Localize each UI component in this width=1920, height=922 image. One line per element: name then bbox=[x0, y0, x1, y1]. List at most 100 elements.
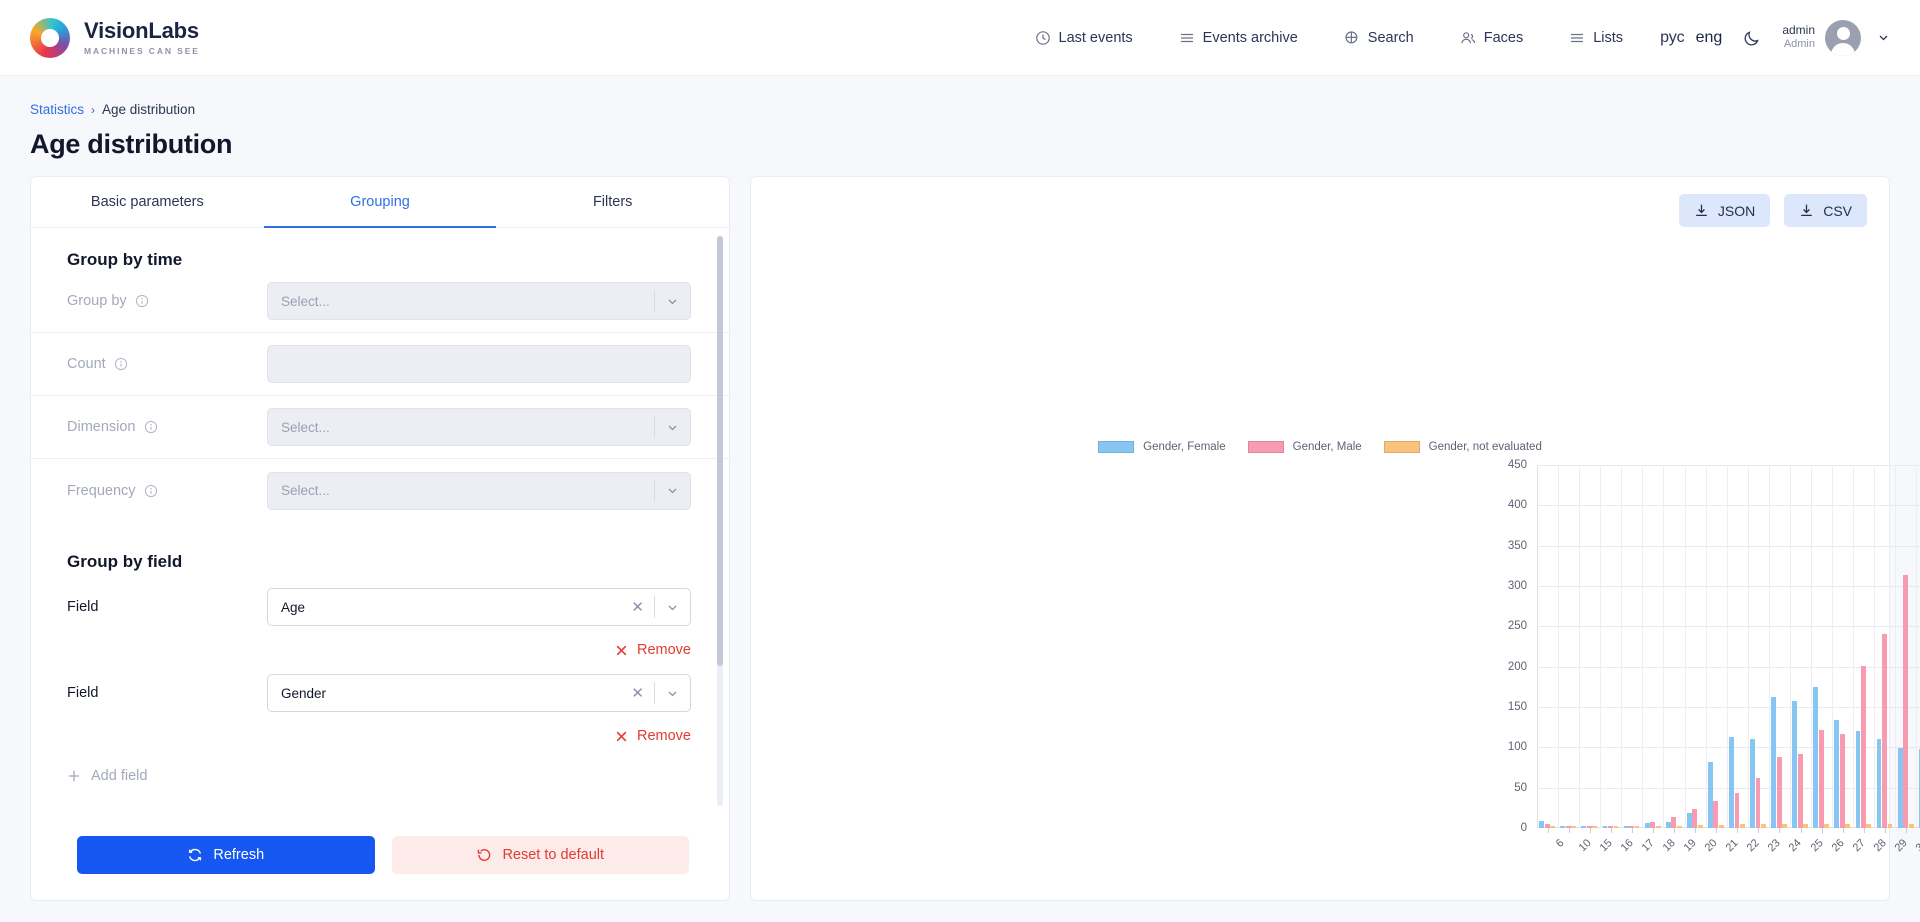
chart-bar[interactable] bbox=[1803, 823, 1809, 828]
panel-scrollbar-track[interactable] bbox=[717, 236, 723, 806]
chart-bar[interactable] bbox=[1634, 826, 1640, 828]
info-icon[interactable] bbox=[135, 294, 149, 308]
panel-scrollbar-thumb[interactable] bbox=[717, 236, 723, 666]
chart-bar[interactable] bbox=[1697, 824, 1703, 828]
select-group-by[interactable]: Select... bbox=[267, 282, 691, 320]
export-json-button[interactable]: JSON bbox=[1678, 194, 1771, 227]
chart-bar[interactable] bbox=[1544, 823, 1550, 828]
nav-item-events-archive[interactable]: Events archive bbox=[1156, 30, 1321, 46]
brand-logo[interactable]: VisionLabs MACHINES CAN SEE bbox=[30, 17, 200, 58]
chart-bar[interactable] bbox=[1834, 719, 1840, 828]
export-csv-button[interactable]: CSV bbox=[1784, 194, 1867, 227]
chart-bar[interactable] bbox=[1818, 729, 1824, 828]
clear-icon[interactable]: ✕ bbox=[621, 686, 654, 701]
chart-bar[interactable] bbox=[1776, 757, 1782, 828]
chart-bar[interactable] bbox=[1539, 820, 1545, 828]
chart-bar[interactable] bbox=[1797, 753, 1803, 828]
tab-basic-parameters[interactable]: Basic parameters bbox=[31, 177, 264, 228]
legend-item[interactable]: Gender, not evaluated bbox=[1383, 441, 1542, 453]
nav-item-last-events[interactable]: Last events bbox=[1012, 30, 1156, 46]
select-field-age[interactable]: Age ✕ bbox=[267, 588, 691, 626]
chart-gridline bbox=[1811, 465, 1813, 828]
chart-bar[interactable] bbox=[1581, 826, 1587, 828]
chart-bar[interactable] bbox=[1718, 824, 1724, 828]
chart-bar[interactable] bbox=[1650, 822, 1656, 828]
chart-bar[interactable] bbox=[1586, 825, 1592, 828]
chart-bar[interactable] bbox=[1655, 825, 1661, 828]
chart-bar[interactable] bbox=[1602, 826, 1608, 828]
chart-bar[interactable] bbox=[1608, 825, 1613, 828]
breadcrumb-statistics[interactable]: Statistics bbox=[30, 102, 84, 117]
chevron-down-icon[interactable] bbox=[655, 601, 690, 614]
chart-bar[interactable] bbox=[1908, 823, 1914, 828]
chart-bar[interactable] bbox=[1686, 813, 1692, 828]
remove-field-gender-button[interactable]: Remove bbox=[615, 728, 691, 744]
chart-bar[interactable] bbox=[1707, 761, 1713, 828]
tab-filters[interactable]: Filters bbox=[496, 177, 729, 228]
chart-bar[interactable] bbox=[1623, 826, 1629, 828]
chart-bar[interactable] bbox=[1782, 823, 1788, 828]
chart-bar[interactable] bbox=[1855, 731, 1861, 828]
chart-bar[interactable] bbox=[1644, 823, 1650, 828]
lang-ru[interactable]: рус bbox=[1660, 29, 1685, 47]
select-field-gender[interactable]: Gender ✕ bbox=[267, 674, 691, 712]
chart-bar[interactable] bbox=[1897, 748, 1903, 828]
chart-bar[interactable] bbox=[1560, 826, 1566, 828]
chart-bar[interactable] bbox=[1755, 778, 1761, 828]
chart-bar[interactable] bbox=[1629, 825, 1634, 828]
chart-bar[interactable] bbox=[1887, 823, 1893, 828]
info-icon[interactable] bbox=[144, 420, 158, 434]
chart-bar[interactable] bbox=[1750, 739, 1755, 828]
chart-bar[interactable] bbox=[1771, 696, 1777, 828]
chart-bar[interactable] bbox=[1734, 793, 1740, 828]
chart-bar[interactable] bbox=[1713, 800, 1719, 828]
add-field-button[interactable]: Add field bbox=[31, 744, 729, 784]
moon-icon[interactable] bbox=[1742, 28, 1762, 48]
select-dimension[interactable]: Select... bbox=[267, 408, 691, 446]
chart-bar[interactable] bbox=[1676, 825, 1682, 828]
refresh-button[interactable]: Refresh bbox=[77, 836, 375, 874]
nav-item-lists[interactable]: Lists bbox=[1546, 30, 1646, 46]
chart-bar[interactable] bbox=[1665, 821, 1671, 828]
info-icon[interactable] bbox=[114, 357, 128, 371]
chevron-down-icon[interactable] bbox=[655, 421, 690, 434]
chart-bar[interactable] bbox=[1866, 823, 1872, 828]
select-frequency[interactable]: Select... bbox=[267, 471, 691, 510]
clear-icon[interactable]: ✕ bbox=[621, 600, 654, 615]
chart-bar[interactable] bbox=[1550, 825, 1556, 828]
legend-item[interactable]: Gender, Male bbox=[1247, 441, 1362, 453]
chart-y-tick-label: 300 bbox=[1507, 580, 1527, 592]
chart-bar[interactable] bbox=[1571, 826, 1577, 828]
chart-bar[interactable] bbox=[1692, 808, 1698, 828]
chart-bar[interactable] bbox=[1740, 823, 1745, 828]
chart-bar[interactable] bbox=[1882, 634, 1887, 828]
legend-item[interactable]: Gender, Female bbox=[1098, 441, 1226, 453]
chart-bar[interactable] bbox=[1824, 823, 1830, 828]
chart-bar[interactable] bbox=[1860, 665, 1866, 828]
chart-bar[interactable] bbox=[1876, 739, 1882, 828]
chart-bar[interactable] bbox=[1903, 574, 1909, 828]
chart-bar[interactable] bbox=[1565, 825, 1571, 828]
nav-item-search[interactable]: Search bbox=[1321, 30, 1437, 46]
chart-bar[interactable] bbox=[1592, 826, 1598, 828]
nav-item-faces[interactable]: Faces bbox=[1437, 30, 1547, 46]
chevron-down-icon[interactable] bbox=[655, 687, 690, 700]
lang-en[interactable]: eng bbox=[1696, 29, 1723, 47]
reset-to-default-button[interactable]: Reset to default bbox=[391, 836, 689, 874]
remove-field-age-button[interactable]: Remove bbox=[615, 642, 691, 658]
chart-bar[interactable] bbox=[1813, 686, 1819, 828]
chart-bar[interactable] bbox=[1671, 816, 1677, 828]
chevron-down-icon[interactable] bbox=[655, 295, 690, 308]
chart-bar[interactable] bbox=[1792, 700, 1798, 828]
chart-bar[interactable] bbox=[1761, 823, 1766, 828]
input-count[interactable] bbox=[267, 345, 691, 383]
chart-bar[interactable] bbox=[1839, 733, 1845, 828]
chevron-down-icon[interactable] bbox=[1877, 31, 1890, 44]
tab-grouping[interactable]: Grouping bbox=[263, 177, 497, 228]
chevron-down-icon[interactable] bbox=[655, 484, 690, 497]
info-icon[interactable] bbox=[144, 484, 158, 498]
chart-bar[interactable] bbox=[1729, 736, 1734, 828]
chart-bar[interactable] bbox=[1613, 826, 1619, 828]
user-menu[interactable]: admin Admin bbox=[1782, 19, 1890, 56]
chart-bar[interactable] bbox=[1845, 823, 1851, 828]
